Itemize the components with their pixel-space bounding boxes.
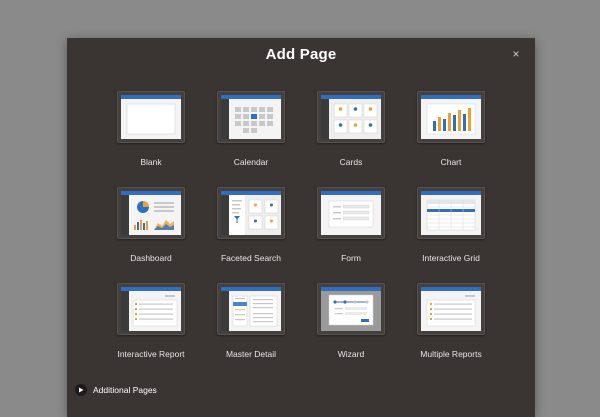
- blank-page-icon: [117, 91, 185, 143]
- interactive-grid-page-icon: [417, 187, 485, 239]
- tile-label: Cards: [339, 157, 363, 167]
- tile-wizard[interactable]: Wizard: [301, 283, 401, 379]
- tile-cards[interactable]: Cards: [301, 91, 401, 187]
- tile-label: Form: [341, 253, 361, 263]
- close-button[interactable]: ×: [509, 47, 523, 61]
- tile-label: Calendar: [233, 157, 269, 167]
- cards-page-icon: [317, 91, 385, 143]
- tile-label: Master Detail: [225, 349, 277, 359]
- multiple-reports-page-icon: [417, 283, 485, 335]
- additional-pages-toggle[interactable]: Additional Pages: [75, 384, 157, 396]
- tile-label: Wizard: [337, 349, 365, 359]
- tile-chart[interactable]: Chart: [401, 91, 501, 187]
- tile-dashboard[interactable]: Dashboard: [101, 187, 201, 283]
- calendar-page-icon: [217, 91, 285, 143]
- tile-label: Dashboard: [130, 253, 172, 263]
- tile-faceted-search[interactable]: Faceted Search: [201, 187, 301, 283]
- faceted-search-page-icon: [217, 187, 285, 239]
- tile-blank[interactable]: Blank: [101, 91, 201, 187]
- dialog-title: Add Page: [265, 46, 337, 63]
- tile-interactive-grid[interactable]: Interactive Grid: [401, 187, 501, 283]
- wizard-page-icon: [317, 283, 385, 335]
- additional-pages-label: Additional Pages: [93, 385, 157, 395]
- tile-label: Interactive Grid: [422, 253, 480, 263]
- page-type-grid: Blank Calendar Cards Chart Dashboard Fac…: [101, 91, 501, 379]
- add-page-dialog: Add Page × Blank Calendar Cards Chart Da…: [67, 38, 535, 417]
- tile-label: Faceted Search: [220, 253, 281, 263]
- chart-page-icon: [417, 91, 485, 143]
- tile-label: Interactive Report: [117, 349, 185, 359]
- form-page-icon: [317, 187, 385, 239]
- tile-calendar[interactable]: Calendar: [201, 91, 301, 187]
- interactive-report-page-icon: [117, 283, 185, 335]
- tile-label: Blank: [140, 157, 162, 167]
- dashboard-page-icon: [117, 187, 185, 239]
- tile-label: Chart: [440, 157, 462, 167]
- master-detail-page-icon: [217, 283, 285, 335]
- tile-label: Multiple Reports: [420, 349, 482, 359]
- tile-multiple-reports[interactable]: Multiple Reports: [401, 283, 501, 379]
- tile-form[interactable]: Form: [301, 187, 401, 283]
- tile-master-detail[interactable]: Master Detail: [201, 283, 301, 379]
- play-icon: [75, 384, 87, 396]
- tile-interactive-report[interactable]: Interactive Report: [101, 283, 201, 379]
